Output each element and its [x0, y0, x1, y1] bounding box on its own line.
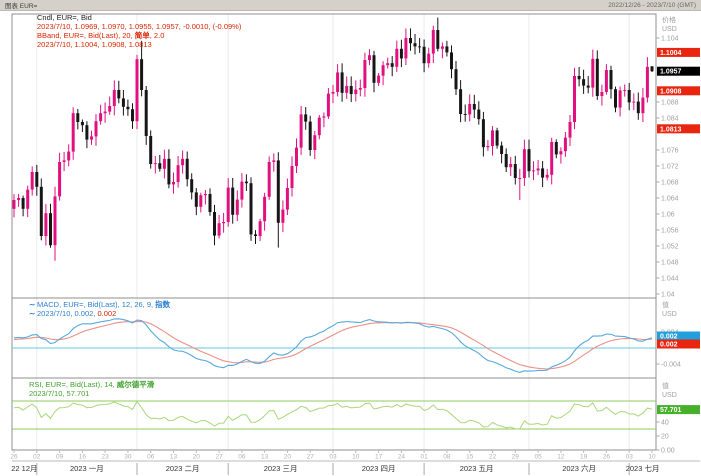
svg-text:2023 一月: 2023 一月 [70, 464, 104, 473]
svg-text:1.088: 1.088 [661, 99, 679, 106]
svg-text:价格: 价格 [662, 15, 676, 24]
svg-text:0.002: 0.002 [660, 342, 678, 349]
svg-text:24: 24 [398, 454, 406, 461]
svg-text:08: 08 [443, 454, 451, 461]
svg-text:12: 12 [557, 454, 565, 461]
svg-text:值: 值 [662, 300, 669, 309]
svg-text:1.068: 1.068 [661, 179, 679, 186]
svg-text:1.048: 1.048 [661, 259, 679, 266]
svg-text:26: 26 [10, 454, 18, 461]
svg-text:1.1004: 1.1004 [660, 50, 682, 57]
svg-text:1.056: 1.056 [661, 227, 679, 234]
svg-text:03: 03 [329, 454, 337, 461]
svg-text:1.06: 1.06 [661, 211, 675, 218]
svg-text:-0.004: -0.004 [661, 361, 681, 368]
svg-text:05: 05 [534, 454, 542, 461]
svg-text:1.104: 1.104 [661, 35, 679, 42]
svg-text:02: 02 [33, 454, 41, 461]
svg-text:27: 27 [215, 454, 223, 461]
svg-text:0.00: 0.00 [661, 447, 675, 454]
svg-text:USD: USD [662, 392, 677, 399]
chart-window: 图表 EUR= 2022/12/26 - 2023/7/10 (GMT) 价格U… [0, 0, 701, 476]
svg-text:17: 17 [375, 454, 383, 461]
svg-text:1.0813: 1.0813 [660, 126, 682, 133]
svg-text:06: 06 [147, 454, 155, 461]
svg-text:1.084: 1.084 [661, 115, 679, 122]
svg-text:01: 01 [420, 454, 428, 461]
svg-text:2023 二月: 2023 二月 [166, 464, 200, 473]
svg-text:15: 15 [466, 454, 474, 461]
svg-text:1.064: 1.064 [661, 195, 679, 202]
svg-text:1.076: 1.076 [661, 147, 679, 154]
time-axis: 26 02 09 16 23 30 06 13 20 27 06 13 20 27 03 10 17 24 01 08… [10, 450, 659, 475]
svg-text:22: 22 [489, 454, 497, 461]
price-chart-canvas[interactable]: 价格 USD 值 USD 值 USD 1.104 1.088 1.084 1.076 1.072 1.… [0, 0, 701, 476]
price-axis: 价格 USD 值 USD 值 USD 1.104 1.088 1.084 1.076 1.072 1.… [656, 15, 700, 454]
svg-text:2023 五月: 2023 五月 [460, 464, 494, 473]
svg-text:10: 10 [648, 454, 656, 461]
svg-text:1.04: 1.04 [661, 291, 675, 298]
svg-text:2023 七月: 2023 七月 [626, 464, 660, 473]
svg-text:值: 值 [662, 381, 669, 390]
gridlines-layer [37, 14, 629, 450]
svg-text:19: 19 [580, 454, 588, 461]
svg-text:USD: USD [662, 26, 677, 33]
svg-text:2023 三月: 2023 三月 [264, 464, 298, 473]
svg-text:40: 40 [661, 419, 669, 426]
svg-text:20: 20 [284, 454, 292, 461]
svg-text:30: 30 [124, 454, 132, 461]
svg-text:29: 29 [512, 454, 520, 461]
svg-text:57.701: 57.701 [660, 407, 682, 414]
macd-layer [12, 319, 656, 373]
svg-text:USD: USD [662, 311, 677, 318]
svg-text:1.0957: 1.0957 [660, 69, 682, 76]
svg-text:26: 26 [603, 454, 611, 461]
svg-text:13: 13 [170, 454, 178, 461]
svg-text:20: 20 [193, 454, 201, 461]
svg-text:22 12月: 22 12月 [11, 464, 37, 473]
svg-text:03: 03 [626, 454, 634, 461]
svg-text:27: 27 [307, 454, 315, 461]
svg-text:16: 16 [79, 454, 87, 461]
svg-text:1.072: 1.072 [661, 163, 679, 170]
svg-text:10: 10 [352, 454, 360, 461]
svg-text:1.052: 1.052 [661, 243, 679, 250]
svg-text:06: 06 [238, 454, 246, 461]
svg-text:1.0908: 1.0908 [660, 88, 682, 95]
svg-text:1.044: 1.044 [661, 275, 679, 282]
svg-text:09: 09 [56, 454, 64, 461]
rsi-layer [12, 401, 656, 429]
svg-text:2023 六月: 2023 六月 [562, 463, 596, 473]
svg-text:13: 13 [261, 454, 269, 461]
svg-text:0.002: 0.002 [660, 334, 678, 341]
svg-text:20: 20 [661, 433, 669, 440]
svg-text:23: 23 [101, 454, 109, 461]
svg-text:2023 四月: 2023 四月 [362, 464, 396, 473]
